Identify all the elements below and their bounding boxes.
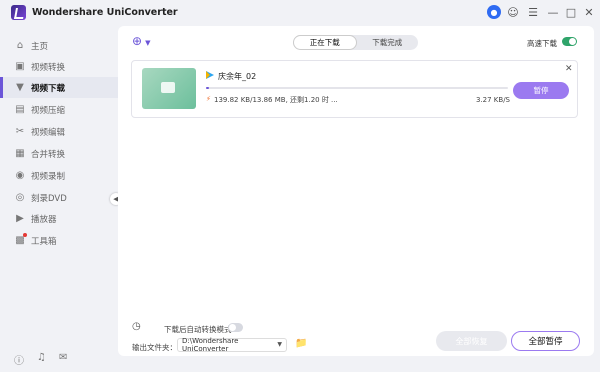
edit-icon: ✂ xyxy=(15,126,25,137)
sidebar-item-label: 视频编辑 xyxy=(31,127,66,138)
auto-convert-toggle[interactable] xyxy=(228,323,243,332)
high-speed-label: 高速下载 xyxy=(527,39,557,48)
compress-icon: ▤ xyxy=(15,104,25,115)
feedback-icon[interactable]: ✉ xyxy=(59,352,71,364)
progress-fill xyxy=(206,87,210,89)
timer-icon[interactable]: ◷ xyxy=(132,321,141,332)
sidebar-item-label: 播放器 xyxy=(31,214,57,225)
footer: ◷ 下载后自动转换模式 输出文件夹： D:\Wondershare UniCon… xyxy=(118,321,594,356)
app-title: Wondershare UniConverter xyxy=(32,7,178,18)
sidebar-item-merge[interactable]: ▦ 合并转换 xyxy=(0,143,118,164)
close-icon[interactable]: ✕ xyxy=(582,5,596,19)
record-icon: ◉ xyxy=(15,170,25,181)
sidebar-item-dvd[interactable]: ◎ 刻录DVD xyxy=(0,187,118,208)
sidebar-item-home[interactable]: ⌂ 主页 xyxy=(0,35,118,56)
folder-icon[interactable]: 📁 xyxy=(295,338,307,349)
pause-button[interactable]: 暂停 xyxy=(513,82,569,99)
download-item: 庆余年_02 ⚡ 139.82 KB/13.86 MB, 还剩1.20 时 ..… xyxy=(131,60,578,118)
support-icon[interactable]: ☺ xyxy=(506,5,520,19)
remove-item-icon[interactable]: ✕ xyxy=(565,64,573,74)
sidebar-item-edit[interactable]: ✂ 视频编辑 xyxy=(0,121,118,142)
add-url-button[interactable]: ⊕ ▼ xyxy=(132,34,158,50)
chevron-down-icon[interactable]: ▼ xyxy=(145,39,150,47)
download-speed: 3.27 KB/S xyxy=(476,96,511,104)
dvd-icon: ◎ xyxy=(15,192,25,203)
sidebar-item-label: 视频压缩 xyxy=(31,105,66,116)
sidebar-item-label: 合并转换 xyxy=(31,149,66,160)
output-folder-label: 输出文件夹： xyxy=(132,343,177,352)
download-progress-bar xyxy=(206,87,508,89)
auto-convert-label: 下载后自动转换模式 xyxy=(164,325,232,334)
sidebar-item-download[interactable]: ▼ 视频下载 xyxy=(0,77,118,98)
menu-icon[interactable]: ☰ xyxy=(526,5,540,19)
minimize-icon[interactable]: — xyxy=(546,5,560,19)
notification-badge xyxy=(23,233,27,237)
sidebar-item-label: 工具箱 xyxy=(31,236,57,247)
chevron-down-icon: ▼ xyxy=(277,341,282,348)
tab-downloading[interactable]: 正在下载 xyxy=(293,35,357,50)
convert-icon: ▣ xyxy=(15,61,25,72)
player-icon: ▶ xyxy=(16,213,24,224)
download-tabs: 正在下载 下载完成 xyxy=(293,35,418,50)
download-info: 139.82 KB/13.86 MB, 还剩1.20 时 ... xyxy=(214,96,338,104)
sidebar-item-label: 主页 xyxy=(31,41,49,52)
video-thumbnail xyxy=(142,68,196,109)
high-speed-toggle[interactable] xyxy=(562,37,577,46)
sidebar-item-label: 视频下载 xyxy=(31,83,66,94)
sidebar-item-label: 刻录DVD xyxy=(31,193,67,204)
sidebar: ⌂ 主页 ▣ 视频转换 ▼ 视频下载 ▤ 视频压缩 ✂ 视频编辑 ▦ 合并转换 … xyxy=(0,26,118,372)
app-logo xyxy=(11,5,26,20)
sidebar-item-compress[interactable]: ▤ 视频压缩 xyxy=(0,99,118,120)
user-icon[interactable]: ● xyxy=(487,5,501,19)
maximize-icon[interactable]: □ xyxy=(564,5,578,19)
download-icon: ▼ xyxy=(16,82,24,93)
sidebar-item-record[interactable]: ◉ 视频录制 xyxy=(0,165,118,186)
sidebar-item-label: 视频转换 xyxy=(31,62,66,73)
sidebar-item-convert[interactable]: ▣ 视频转换 xyxy=(0,56,118,77)
help-icon[interactable]: ⓘ xyxy=(14,352,26,367)
title-bar: Wondershare UniConverter ● ☺ ☰ — □ ✕ xyxy=(0,0,600,26)
lightning-icon: ⚡ xyxy=(206,95,211,103)
sidebar-item-player[interactable]: ▶ 播放器 xyxy=(0,208,118,229)
merge-icon: ▦ xyxy=(15,148,25,159)
main-panel: ⊕ ▼ 正在下载 下载完成 高速下载 庆余年_02 ⚡ 139.82 KB/13.… xyxy=(118,26,594,356)
pause-all-button[interactable]: 全部暂停 xyxy=(511,331,580,351)
home-icon: ⌂ xyxy=(16,40,24,51)
source-play-icon xyxy=(206,71,214,79)
file-name: 庆余年_02 xyxy=(218,72,257,81)
sidebar-item-label: 视频录制 xyxy=(31,171,66,182)
sidebar-item-toolbox[interactable]: ▩ 工具箱 xyxy=(0,230,118,251)
output-folder-path: D:\Wondershare UniConverter xyxy=(182,337,239,353)
tab-finished[interactable]: 下载完成 xyxy=(357,35,419,50)
resume-all-button[interactable]: 全部恢复 xyxy=(436,331,507,351)
bell-icon[interactable]: ♫ xyxy=(37,352,49,364)
output-folder-select[interactable]: D:\Wondershare UniConverter ▼ xyxy=(177,337,287,353)
